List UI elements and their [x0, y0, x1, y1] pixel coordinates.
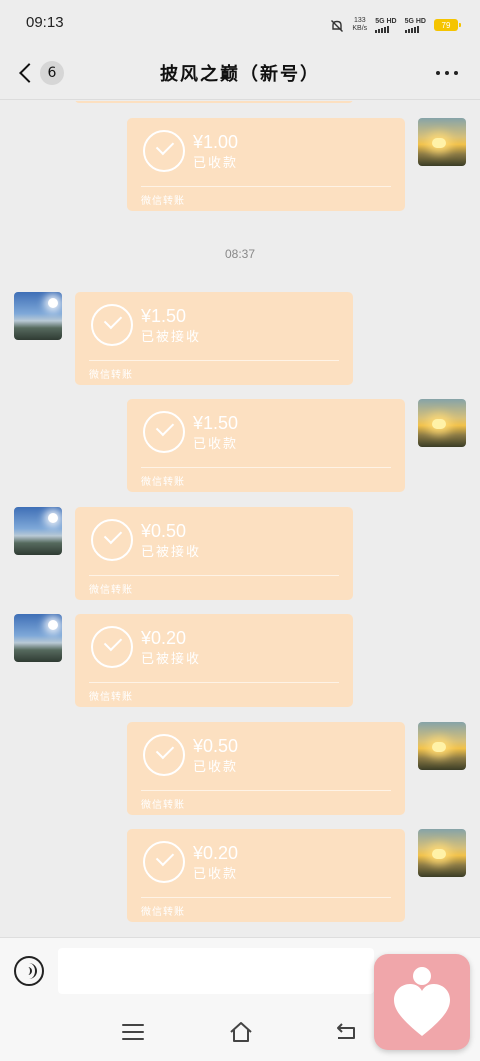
transfer-amount: ¥1.50	[141, 306, 187, 326]
signal-bars-icon	[404, 25, 419, 33]
transfer-footer: 微信转账	[141, 477, 185, 488]
chat-header: 6 披风之巅（新号）	[0, 48, 480, 100]
partial-transfer-card	[75, 101, 353, 103]
transfer-amount: ¥0.50	[193, 736, 239, 756]
status-icons: 133 KB/s 5G HD 5G HD 79	[330, 16, 461, 34]
message-list[interactable]: ¥1.00 已收款 微信转账 08:37 ¥1.50 已被接收 微信转账 ¥1.…	[0, 101, 480, 937]
status-bar: 09:13 133 KB/s 5G HD 5G HD 79	[0, 0, 480, 48]
transfer-footer: 微信转账	[141, 907, 185, 918]
transfer-footer: 微信转账	[89, 370, 133, 381]
sim1-label: 5G HD	[375, 17, 397, 25]
avatar-contact[interactable]	[14, 507, 62, 555]
home-icon[interactable]	[228, 1021, 254, 1043]
transfer-amount: ¥0.20	[141, 628, 187, 648]
signal-sim2: 5G HD	[404, 17, 426, 33]
avatar-self[interactable]	[418, 722, 466, 770]
check-circle-icon	[91, 626, 133, 668]
menu-icon[interactable]	[122, 1024, 144, 1040]
card-divider	[141, 790, 391, 791]
check-circle-icon	[143, 734, 185, 776]
signal-bars-icon	[375, 25, 390, 33]
network-speed-unit: KB/s	[352, 25, 368, 32]
network-speed-value: 133	[353, 17, 366, 24]
transfer-status: 已被接收	[141, 330, 202, 345]
check-circle-icon	[91, 304, 133, 346]
card-divider	[89, 360, 339, 361]
voice-input-icon[interactable]	[14, 956, 44, 986]
transfer-status: 已收款	[193, 867, 239, 882]
transfer-footer: 微信转账	[141, 196, 185, 207]
check-circle-icon	[143, 841, 185, 883]
battery-icon: 79	[434, 19, 461, 31]
status-time: 09:13	[26, 14, 64, 31]
message-input[interactable]	[58, 948, 374, 994]
avatar-self[interactable]	[418, 118, 466, 166]
signal-sim1: 5G HD	[375, 17, 397, 33]
card-divider	[89, 575, 339, 576]
card-divider	[141, 897, 391, 898]
transfer-amount: ¥1.50	[193, 413, 239, 433]
transfer-status: 已收款	[193, 760, 239, 775]
transfer-status: 已收款	[193, 156, 239, 171]
card-divider	[141, 467, 391, 468]
transfer-card[interactable]: ¥0.50 已被接收 微信转账	[75, 507, 353, 600]
transfer-footer: 微信转账	[89, 585, 133, 596]
transfer-amount: ¥0.50	[141, 521, 187, 541]
transfer-card[interactable]: ¥0.20 已收款 微信转账	[127, 829, 405, 922]
transfer-footer: 微信转账	[89, 692, 133, 703]
check-circle-icon	[143, 130, 185, 172]
mute-bell-icon	[330, 18, 344, 32]
transfer-card[interactable]: ¥1.00 已收款 微信转账	[127, 118, 405, 211]
transfer-status: 已收款	[193, 437, 239, 452]
back-icon[interactable]	[334, 1023, 358, 1041]
avatar-self[interactable]	[418, 829, 466, 877]
avatar-contact[interactable]	[14, 614, 62, 662]
network-speed: 133 KB/s	[352, 17, 367, 33]
heart-person-icon[interactable]	[374, 954, 470, 1050]
transfer-card[interactable]: ¥1.50 已收款 微信转账	[127, 399, 405, 492]
transfer-status: 已被接收	[141, 652, 202, 667]
time-separator: 08:37	[224, 247, 256, 261]
check-circle-icon	[143, 411, 185, 453]
transfer-footer: 微信转账	[141, 800, 185, 811]
avatar-contact[interactable]	[14, 292, 62, 340]
avatar-self[interactable]	[418, 399, 466, 447]
transfer-status: 已被接收	[141, 545, 202, 560]
transfer-card[interactable]: ¥0.20 已被接收 微信转账	[75, 614, 353, 707]
card-divider	[141, 186, 391, 187]
chat-title: 披风之巅（新号）	[160, 64, 320, 85]
transfer-card[interactable]: ¥0.50 已收款 微信转账	[127, 722, 405, 815]
transfer-card[interactable]: ¥1.50 已被接收 微信转账	[75, 292, 353, 385]
transfer-amount: ¥1.00	[193, 132, 239, 152]
card-divider	[89, 682, 339, 683]
transfer-amount: ¥0.20	[193, 843, 239, 863]
check-circle-icon	[91, 519, 133, 561]
sim2-label: 5G HD	[404, 17, 426, 25]
more-icon[interactable]	[436, 71, 458, 75]
